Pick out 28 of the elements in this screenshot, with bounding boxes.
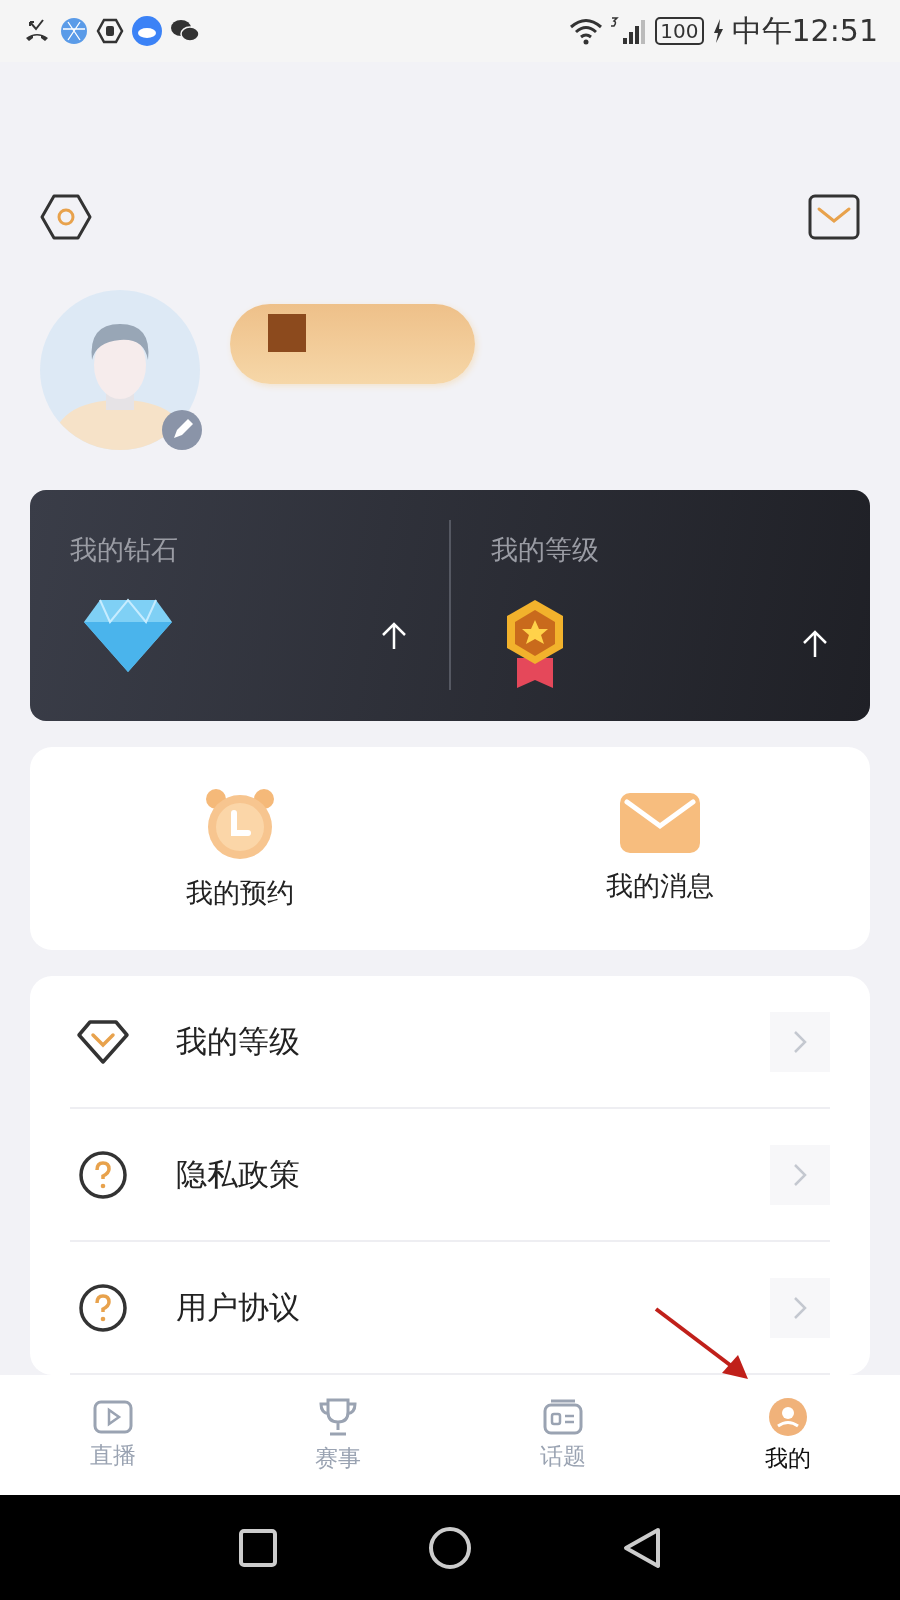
- card-icon: [542, 1398, 583, 1435]
- recent-apps-icon[interactable]: [238, 1527, 278, 1568]
- clock-time: 中午12:51: [731, 11, 878, 50]
- diamond-icon: [82, 598, 174, 674]
- card-title: 我的等级: [491, 533, 600, 567]
- question-icon: [76, 1149, 130, 1200]
- shortcut-label[interactable]: 我的消息: [606, 868, 714, 905]
- globe-icon: [60, 17, 88, 45]
- user-icon: [767, 1396, 808, 1437]
- question-icon: [76, 1282, 130, 1333]
- home-icon[interactable]: [428, 1525, 472, 1570]
- settings-icon[interactable]: [40, 194, 92, 240]
- trophy-icon: [317, 1396, 358, 1437]
- card-title: 我的钻石: [70, 533, 179, 567]
- edit-icon[interactable]: [162, 410, 202, 450]
- back-icon[interactable]: [622, 1525, 662, 1570]
- menu-item[interactable]: 隐私政策: [176, 1153, 724, 1196]
- diamond-outline-icon: [76, 1018, 130, 1065]
- menu-item[interactable]: 用户协议: [176, 1286, 724, 1329]
- shortcut-label[interactable]: 我的预约: [186, 875, 294, 912]
- menu-item[interactable]: 我的等级: [176, 1020, 724, 1063]
- mail-icon[interactable]: [808, 194, 860, 240]
- signal-icon: [611, 16, 648, 46]
- play-icon: [92, 1399, 133, 1434]
- nav-tab[interactable]: 我的: [675, 1375, 900, 1495]
- charging-icon: [711, 19, 724, 43]
- wifi-icon: [569, 17, 604, 45]
- battery-level: 100: [655, 17, 704, 45]
